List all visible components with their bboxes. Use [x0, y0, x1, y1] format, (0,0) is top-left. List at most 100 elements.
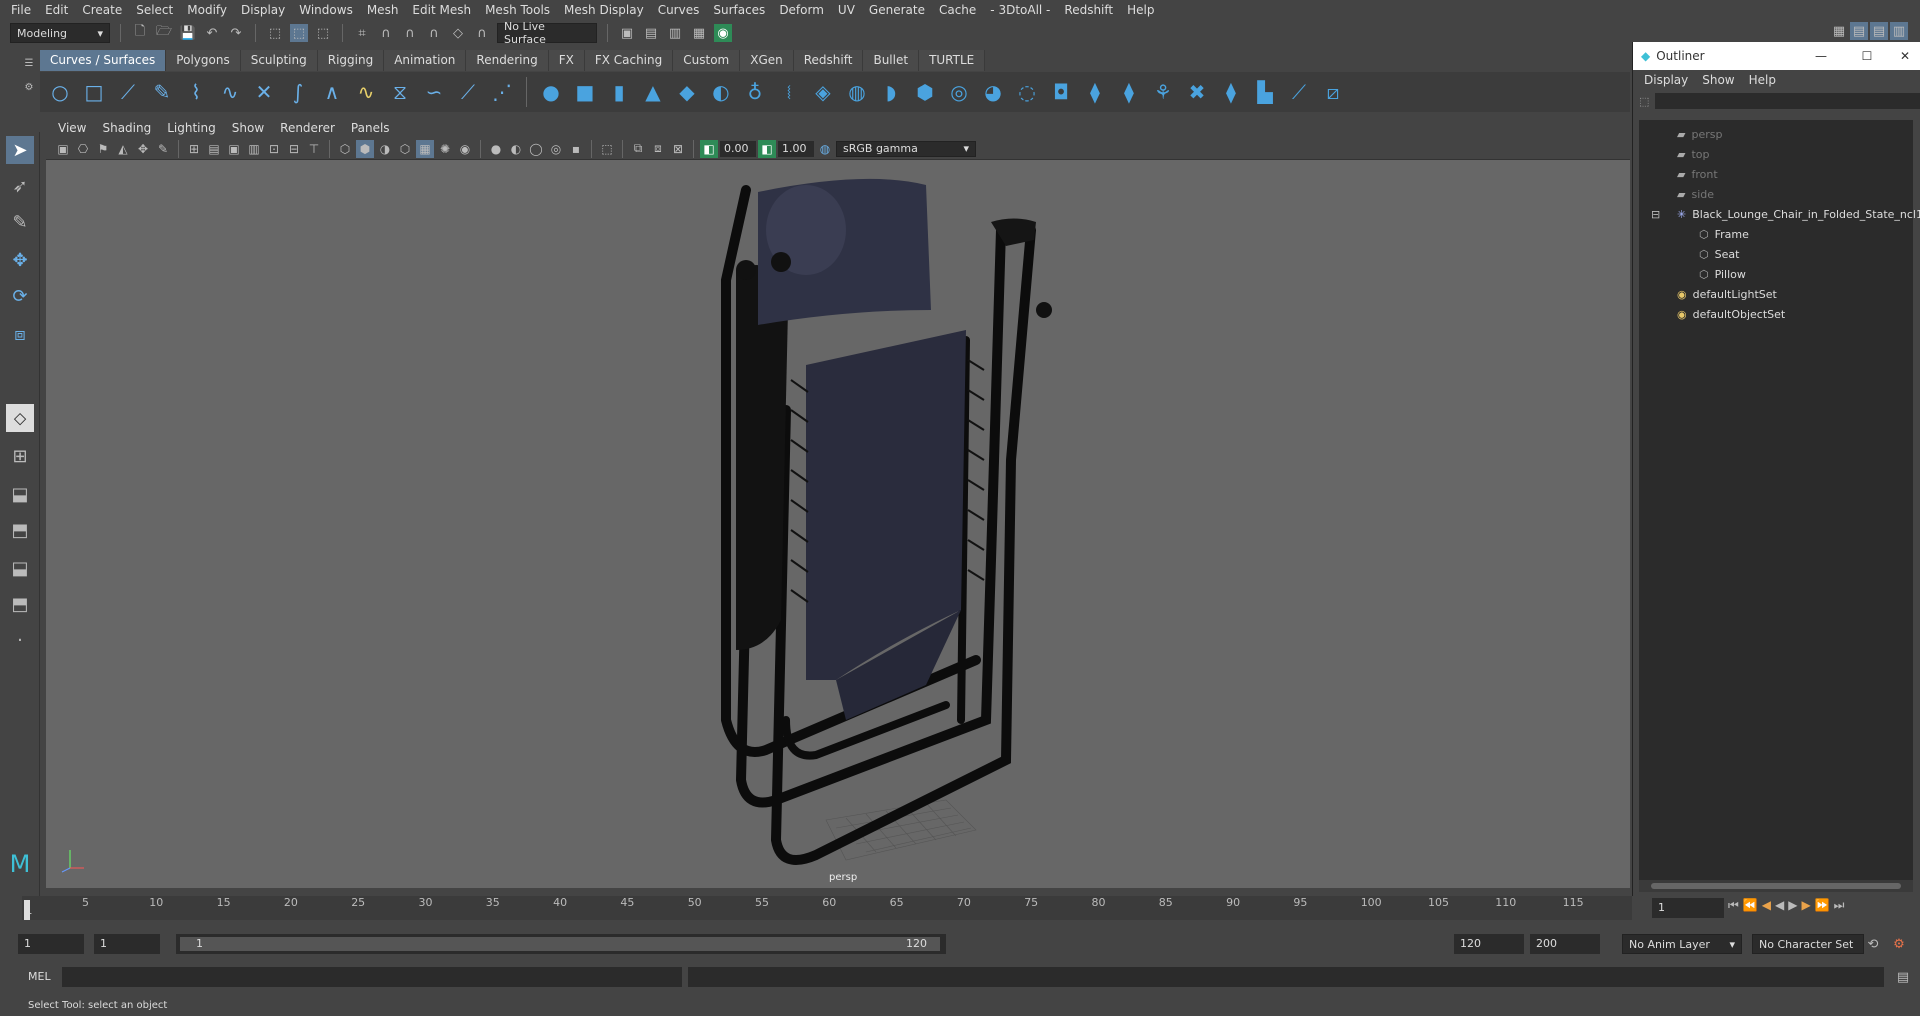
menu-item[interactable]: Edit — [38, 3, 75, 17]
select-object-icon[interactable]: ⬚ — [290, 24, 308, 42]
two-d-pan-icon[interactable]: ✥ — [134, 140, 152, 158]
menu-item[interactable]: File — [4, 3, 38, 17]
animation-start-field[interactable]: 1 — [18, 934, 84, 954]
rotate-tool-icon[interactable]: ⟳ — [6, 282, 34, 310]
outliner-row[interactable]: ⬡ Pillow — [1699, 264, 1746, 284]
xray-joints-icon[interactable]: ⧉ — [629, 140, 647, 158]
workspace-icon[interactable]: ▦ — [1830, 22, 1848, 40]
resolution-gate-icon[interactable]: ▣ — [225, 140, 243, 158]
scrollbar-thumb[interactable] — [1651, 883, 1901, 889]
surface-fillet-icon[interactable]: ⚘ — [1149, 78, 1177, 106]
filter-icon[interactable]: ⬚ — [1639, 95, 1649, 108]
textured-icon[interactable]: ▦ — [416, 139, 434, 158]
panel-menu-item[interactable]: Show — [224, 121, 272, 135]
shelf-tab[interactable]: Curves / Surfaces — [40, 50, 167, 71]
menu-item[interactable]: Windows — [292, 3, 360, 17]
extrude-icon[interactable]: ◍ — [843, 78, 871, 106]
anim-prefs-icon[interactable]: ⚙ — [1890, 935, 1908, 953]
exposure-icon[interactable]: ◧ — [700, 139, 718, 158]
step-forward-key-icon[interactable]: ⏩ — [1815, 898, 1830, 913]
isolate-select-icon[interactable]: ▪ — [567, 140, 585, 158]
maximize-icon[interactable]: ☐ — [1844, 49, 1890, 63]
select-tool-icon[interactable]: ➤ — [6, 136, 34, 164]
grid-icon[interactable]: ⊞ — [185, 140, 203, 158]
character-set-dropdown[interactable]: No Character Set — [1752, 934, 1864, 954]
outliner-row[interactable]: ▰ top — [1677, 144, 1710, 164]
command-language[interactable]: MEL — [28, 970, 51, 983]
depth-of-field-icon[interactable]: ◎ — [547, 140, 565, 158]
step-back-frame-icon[interactable]: ◀ — [1762, 898, 1771, 913]
panel-menu-item[interactable]: Shading — [94, 121, 159, 135]
single-view-icon[interactable]: ⬦ — [6, 404, 34, 432]
field-chart-icon[interactable]: ⊡ — [265, 140, 283, 158]
render-frame-icon[interactable]: ▣ — [618, 24, 636, 42]
align-surface-icon[interactable]: ▙ — [1251, 78, 1279, 106]
play-backward-icon[interactable]: ◀ — [1775, 898, 1784, 913]
untrim-icon[interactable]: ◘ — [1047, 78, 1075, 106]
playback-start-field[interactable]: 1 — [94, 934, 160, 954]
sculpt-surface-icon[interactable]: ⧫ — [1115, 78, 1143, 106]
shelf-tab[interactable]: Rigging — [317, 50, 385, 71]
open-scene-icon[interactable]: 🗁 — [155, 24, 173, 42]
new-scene-icon[interactable]: 🗋 — [131, 24, 149, 42]
curve-cut-icon[interactable]: ⟋ — [454, 78, 482, 106]
outliner-row[interactable]: ⬡ Seat — [1699, 244, 1739, 264]
menu-item[interactable]: - 3DtoAll - — [983, 3, 1057, 17]
snap-surface-icon[interactable]: ◇ — [449, 24, 467, 42]
loft-icon[interactable]: ⧙ — [775, 78, 803, 106]
bezier-curve-icon[interactable]: ⌇ — [182, 78, 210, 106]
wireframe-on-shaded-icon[interactable]: ⬡ — [396, 140, 414, 158]
project-curve-icon[interactable]: ⧫ — [1217, 78, 1245, 106]
outliner-row[interactable]: ▰ front — [1677, 164, 1718, 184]
panel-layout-icon[interactable]: ▤ — [1870, 22, 1888, 40]
revolve-icon[interactable]: ♁ — [741, 78, 769, 106]
xray-icon[interactable]: ⬚ — [598, 140, 616, 158]
nurbs-cube-icon[interactable]: ■ — [571, 78, 599, 106]
panel-menu-item[interactable]: Lighting — [159, 121, 224, 135]
curve-attach-icon[interactable]: ∫ — [284, 78, 312, 106]
outliner-row[interactable]: ⬡ Frame — [1699, 224, 1749, 244]
panel-menu-item[interactable]: Panels — [343, 121, 398, 135]
nurbs-sphere-icon[interactable]: ● — [537, 78, 565, 106]
menu-item[interactable]: Display — [234, 3, 292, 17]
menu-item[interactable]: Mesh Display — [557, 3, 651, 17]
panel-layout-icon[interactable]: ▥ — [1890, 22, 1908, 40]
four-view-icon[interactable]: ⊞ — [6, 442, 34, 470]
menu-item[interactable]: Generate — [862, 3, 932, 17]
outliner-menu-item[interactable]: Show — [1695, 73, 1741, 87]
animation-end-field[interactable]: 200 — [1530, 934, 1600, 954]
menu-item[interactable]: Mesh — [360, 3, 406, 17]
shelf-tab[interactable]: Rendering — [466, 50, 549, 71]
gate-mask-icon[interactable]: ▥ — [245, 140, 263, 158]
outliner-row[interactable]: ▰ persp — [1677, 124, 1722, 144]
menu-item[interactable]: Deform — [772, 3, 831, 17]
panel-menu-item[interactable]: View — [50, 121, 94, 135]
ep-curve-icon[interactable]: ✎ — [148, 78, 176, 106]
viewport-persp[interactable]: persp — [46, 160, 1630, 888]
outliner-row[interactable]: ◉ defaultObjectSet — [1677, 304, 1785, 324]
select-hierarchy-icon[interactable]: ⬚ — [266, 24, 284, 42]
shelf-tab[interactable]: Animation — [384, 50, 467, 71]
render-settings-icon[interactable]: ▦ — [690, 24, 708, 42]
surface-intersect-icon[interactable]: ✖ — [1183, 78, 1211, 106]
menu-item[interactable]: Cache — [932, 3, 983, 17]
shelf-tab[interactable]: TURTLE — [919, 50, 986, 71]
nurbs-cone-icon[interactable]: ▲ — [639, 78, 667, 106]
nurbs-cylinder-icon[interactable]: ▮ — [605, 78, 633, 106]
current-frame-field[interactable]: 1 — [1652, 898, 1724, 918]
curve-offset-icon[interactable]: ⧖ — [386, 78, 414, 106]
boundary-icon[interactable]: ⬢ — [911, 78, 939, 106]
use-all-lights-icon[interactable]: ✺ — [436, 140, 454, 158]
auto-key-icon[interactable]: ⟲ — [1864, 935, 1882, 953]
uv-persp-icon[interactable]: ⬒ — [6, 590, 34, 618]
panel-menu-item[interactable]: Renderer — [272, 121, 343, 135]
gamma-icon[interactable]: ◧ — [758, 139, 776, 158]
trim-icon[interactable]: ◌ — [1013, 78, 1041, 106]
paint-select-icon[interactable]: ✎ — [6, 208, 34, 236]
shelf-tab[interactable]: FX Caching — [584, 50, 674, 71]
nurbs-plane-icon[interactable]: ◆ — [673, 78, 701, 106]
menu-item[interactable]: UV — [831, 3, 862, 17]
mode-selector[interactable]: Modeling ▾ — [10, 23, 110, 43]
safe-action-icon[interactable]: ⊟ — [285, 140, 303, 158]
outliner-row[interactable]: ⊟ ✳ Black_Lounge_Chair_in_Folded_State_ncl… — [1651, 204, 1920, 224]
